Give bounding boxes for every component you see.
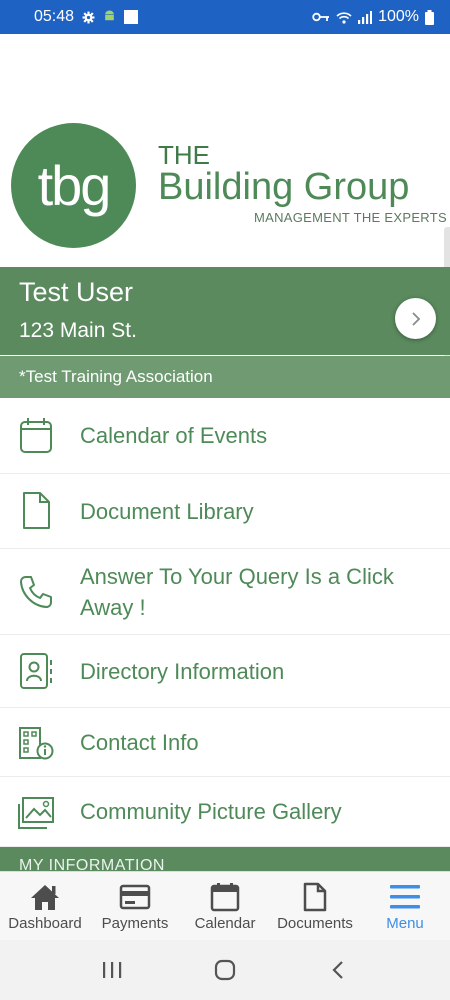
hamburger-menu-icon — [389, 882, 421, 912]
status-right: 100% — [312, 8, 434, 26]
menu-list: Calendar of Events Document Library Answ… — [0, 398, 450, 847]
menu-item-documents[interactable]: Document Library — [0, 474, 450, 549]
recents-button[interactable] — [87, 950, 137, 990]
home-button[interactable] — [200, 950, 250, 990]
signal-icon — [358, 10, 373, 24]
section-header-my-information: MY INFORMATION — [0, 847, 450, 871]
gear-icon — [82, 11, 95, 24]
menu-item-contact[interactable]: Contact Info — [0, 708, 450, 777]
menu-item-label: Community Picture Gallery — [80, 799, 342, 824]
menu-item-label: Document Library — [80, 499, 254, 524]
contact-card-icon — [17, 651, 55, 691]
logo-name: Building Group — [158, 166, 410, 208]
menu-item-directory[interactable]: Directory Information — [0, 635, 450, 708]
nav-calendar[interactable]: Calendar — [180, 872, 270, 940]
battery-percent: 100% — [378, 8, 419, 25]
back-button[interactable] — [313, 950, 363, 990]
wifi-icon — [336, 11, 352, 24]
credit-card-icon — [119, 882, 151, 912]
status-left: 05:48 — [34, 8, 139, 26]
menu-item-calendar[interactable]: Calendar of Events — [0, 398, 450, 474]
home-icon — [29, 882, 61, 912]
association-bar[interactable]: *Test Training Association — [0, 356, 450, 398]
calendar-icon — [210, 882, 240, 912]
nav-label: Dashboard — [8, 915, 82, 932]
user-address: 123 Main St. — [19, 319, 137, 342]
logo-mark: tbg — [11, 123, 136, 248]
system-nav-bar — [0, 940, 450, 1000]
back-icon — [332, 961, 344, 979]
status-time: 05:48 — [34, 8, 75, 25]
nav-label: Menu — [386, 915, 424, 932]
user-header[interactable]: Test User 123 Main St. — [0, 267, 450, 355]
nav-menu[interactable]: Menu — [360, 872, 450, 940]
battery-icon — [425, 9, 434, 25]
android-icon — [103, 10, 116, 24]
home-circle-icon — [214, 959, 236, 981]
building-info-icon — [17, 723, 55, 763]
bottom-nav: Dashboard Payments Calendar Documents Me… — [0, 871, 450, 940]
document-icon — [303, 882, 327, 912]
nav-documents[interactable]: Documents — [270, 872, 360, 940]
menu-item-label: Contact Info — [80, 730, 199, 755]
app-screen: 05:48 100% tbg THE Building Group MANAGE… — [0, 0, 450, 1000]
gallery-icon — [17, 793, 55, 833]
menu-item-query[interactable]: Answer To Your Query Is a Click Away ! — [0, 549, 450, 635]
recents-icon — [102, 962, 121, 978]
menu-item-label: Answer To Your Query Is a Click Away ! — [80, 564, 394, 620]
phone-icon — [17, 572, 55, 612]
chevron-right-icon — [411, 311, 420, 326]
chevron-right-button[interactable] — [395, 298, 436, 339]
nav-label: Calendar — [194, 915, 256, 932]
menu-item-label: Calendar of Events — [80, 423, 268, 448]
logo-tagline: MANAGEMENT THE EXPERTS — [254, 210, 447, 225]
square-icon — [124, 10, 139, 24]
logo-area: tbg THE Building Group MANAGEMENT THE EX… — [0, 34, 450, 367]
user-name: Test User — [19, 277, 134, 307]
nav-dashboard[interactable]: Dashboard — [0, 872, 90, 940]
vpn-key-icon — [312, 12, 330, 22]
calendar-icon — [17, 416, 55, 456]
nav-label: Documents — [277, 915, 353, 932]
nav-label: Payments — [101, 915, 169, 932]
nav-payments[interactable]: Payments — [90, 872, 180, 940]
document-icon — [17, 491, 55, 531]
menu-item-label: Directory Information — [80, 659, 285, 684]
menu-item-gallery[interactable]: Community Picture Gallery — [0, 777, 450, 847]
status-bar: 05:48 100% — [0, 0, 450, 34]
